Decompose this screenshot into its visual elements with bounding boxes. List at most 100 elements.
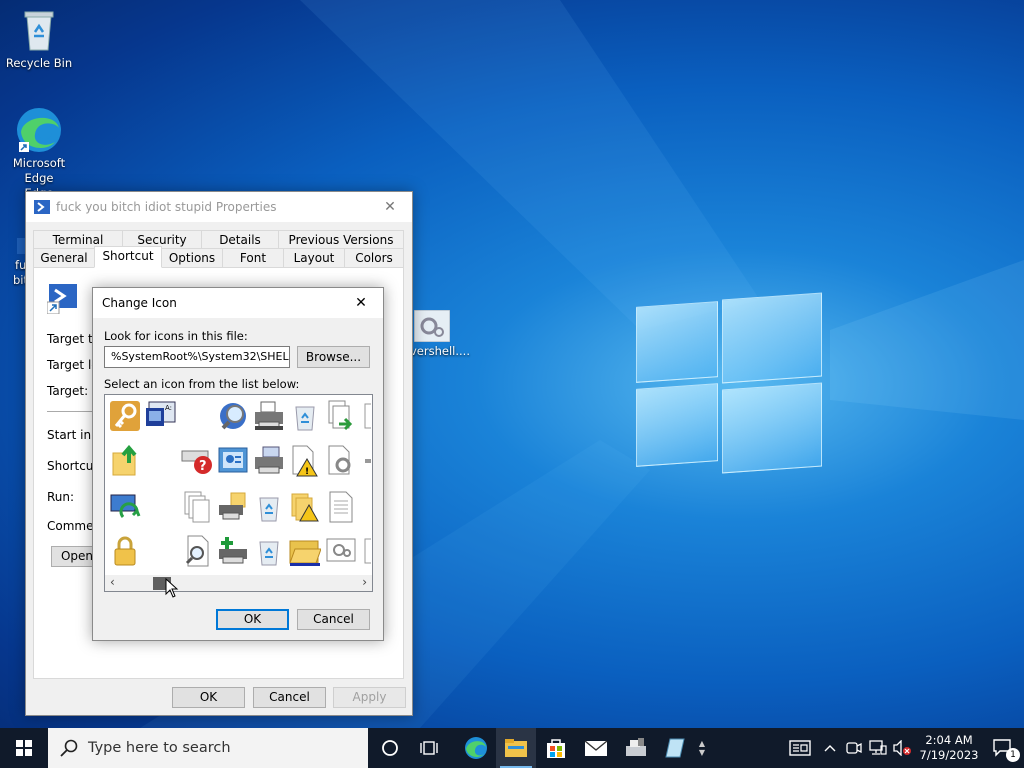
properties-close-button[interactable]: ✕	[368, 192, 412, 222]
edge-icon	[465, 737, 487, 759]
task-view-button[interactable]	[410, 728, 450, 768]
scroll-left-arrow-icon[interactable]: ‹	[110, 575, 115, 589]
properties-apply-button[interactable]: Apply	[333, 687, 406, 708]
recycle-bin-icon	[15, 6, 63, 54]
printer-icon[interactable]	[253, 400, 285, 432]
windows-logo-wallpaper	[636, 290, 822, 480]
printer-folder-icon[interactable]	[217, 491, 249, 523]
monitor-window-icon[interactable]: A:	[145, 400, 177, 432]
document-warning-icon[interactable]: !	[289, 445, 321, 477]
tray-news-button[interactable]	[782, 728, 818, 768]
document-partial-icon[interactable]	[361, 400, 372, 432]
control-panel-icon[interactable]	[217, 445, 249, 477]
close-icon: ✕	[355, 295, 367, 311]
document-gear-icon[interactable]	[325, 445, 357, 477]
label-run: Run:	[47, 490, 75, 504]
chevron-up-icon: ▲	[698, 739, 706, 748]
scroll-right-arrow-icon[interactable]: ›	[362, 575, 367, 589]
news-icon	[789, 740, 811, 756]
gear-window-icon	[413, 309, 451, 343]
tab-colors[interactable]: Colors	[344, 248, 404, 268]
taskbar-search-box[interactable]: Type here to search	[48, 728, 368, 768]
taskbar-overflow-scroll[interactable]: ▲ ▼	[696, 728, 708, 768]
properties-cancel-button[interactable]: Cancel	[253, 687, 326, 708]
partial-icon[interactable]	[361, 445, 371, 477]
text-document-icon[interactable]	[325, 491, 357, 523]
properties-title: fuck you bitch idiot stupid Properties	[56, 200, 277, 214]
taskbar-clock[interactable]: 2:04 AM 7/19/2023	[914, 733, 984, 763]
svg-text:?: ?	[199, 459, 207, 474]
change-icon-ok-button[interactable]: OK	[216, 609, 289, 630]
folder-up-arrow-icon[interactable]	[109, 444, 141, 477]
document-search-icon[interactable]	[181, 535, 213, 567]
properties-ok-button[interactable]: OK	[172, 687, 245, 708]
printer-network-icon[interactable]	[253, 445, 285, 477]
taskbar-edge[interactable]	[456, 728, 496, 768]
clock-time: 2:04 AM	[925, 733, 973, 747]
folder-icon	[505, 739, 527, 757]
change-icon-close-button[interactable]: ✕	[339, 288, 383, 318]
partial-icon-2[interactable]	[361, 535, 372, 567]
taskbar-file-explorer[interactable]	[496, 728, 536, 768]
show-hidden-icons-button[interactable]	[818, 728, 842, 768]
search-placeholder: Type here to search	[88, 740, 231, 756]
tab-general[interactable]: General	[33, 248, 95, 268]
tab-shortcut[interactable]: Shortcut	[94, 246, 162, 268]
tray-meet-button[interactable]	[842, 728, 866, 768]
svg-text:!: !	[305, 467, 309, 477]
key-icon[interactable]	[109, 400, 141, 432]
label-target: Target:	[47, 384, 89, 398]
cortana-button[interactable]	[370, 728, 410, 768]
tray-network-button[interactable]	[866, 728, 890, 768]
action-center-button[interactable]: 1	[984, 728, 1024, 768]
taskbar-store[interactable]	[536, 728, 576, 768]
taskbar-app-6[interactable]	[616, 728, 656, 768]
close-icon: ✕	[384, 199, 396, 215]
properties-titlebar[interactable]: fuck you bitch idiot stupid Properties ✕	[26, 192, 412, 222]
change-icon-dialog[interactable]: Change Icon ✕ Look for icons in this fil…	[92, 287, 384, 641]
tab-previous-versions[interactable]: Previous Versions	[278, 230, 404, 250]
printer-app-icon	[626, 738, 646, 756]
tab-details[interactable]: Details	[201, 230, 279, 250]
network-drive-question-icon[interactable]: ?	[181, 445, 213, 477]
recycle-bin-empty-icon[interactable]	[253, 535, 285, 567]
chevron-down-icon: ▼	[698, 748, 706, 757]
taskbar: Type here to search ▲ ▼ 2:04 AM 7/19/202…	[0, 728, 1024, 768]
magnifier-globe-icon[interactable]	[217, 400, 249, 432]
edge-icon	[15, 106, 63, 154]
icon-list[interactable]: A: ? ! ‹ ›	[104, 394, 373, 592]
recycle-bin-icon[interactable]	[289, 400, 321, 432]
start-button[interactable]	[0, 728, 48, 768]
search-icon	[60, 739, 78, 757]
tray-volume-button[interactable]	[890, 728, 914, 768]
change-icon-cancel-button[interactable]: Cancel	[297, 609, 370, 630]
settings-window-icon[interactable]	[325, 535, 357, 567]
browse-button[interactable]: Browse...	[297, 346, 370, 368]
tab-layout[interactable]: Layout	[283, 248, 345, 268]
desktop-icon-microsoft-edge[interactable]: Microsoft Edge Edge	[1, 106, 77, 201]
monitor-refresh-icon[interactable]	[109, 491, 141, 523]
camera-icon	[846, 742, 862, 754]
documents-stack-icon[interactable]	[181, 491, 213, 523]
open-folder-icon[interactable]	[289, 535, 322, 567]
change-icon-titlebar[interactable]: Change Icon ✕	[93, 288, 383, 318]
file-label: Look for icons in this file:	[104, 329, 248, 343]
store-icon	[547, 739, 565, 758]
label-start-in: Start in:	[47, 428, 96, 442]
svg-text:A:: A:	[165, 404, 172, 412]
desktop-icon-recycle-bin[interactable]: Recycle Bin	[1, 6, 77, 71]
recycle-bin-full-icon[interactable]	[253, 491, 285, 523]
tab-options[interactable]: Options	[161, 248, 223, 268]
taskbar-mail[interactable]	[576, 728, 616, 768]
chevron-up-icon	[824, 745, 836, 752]
padlock-icon[interactable]	[109, 535, 141, 567]
folder-warning-icon[interactable]	[289, 491, 321, 523]
taskbar-app-7[interactable]	[656, 728, 696, 768]
document-arrow-icon[interactable]	[325, 400, 357, 432]
divider	[47, 411, 97, 412]
horizontal-scrollbar[interactable]: ‹ ›	[105, 575, 372, 591]
clock-date: 7/19/2023	[919, 748, 979, 762]
tab-font[interactable]: Font	[222, 248, 284, 268]
icon-file-input[interactable]: %SystemRoot%\System32\SHELL32	[104, 346, 290, 368]
printer-plus-icon[interactable]	[217, 535, 249, 567]
